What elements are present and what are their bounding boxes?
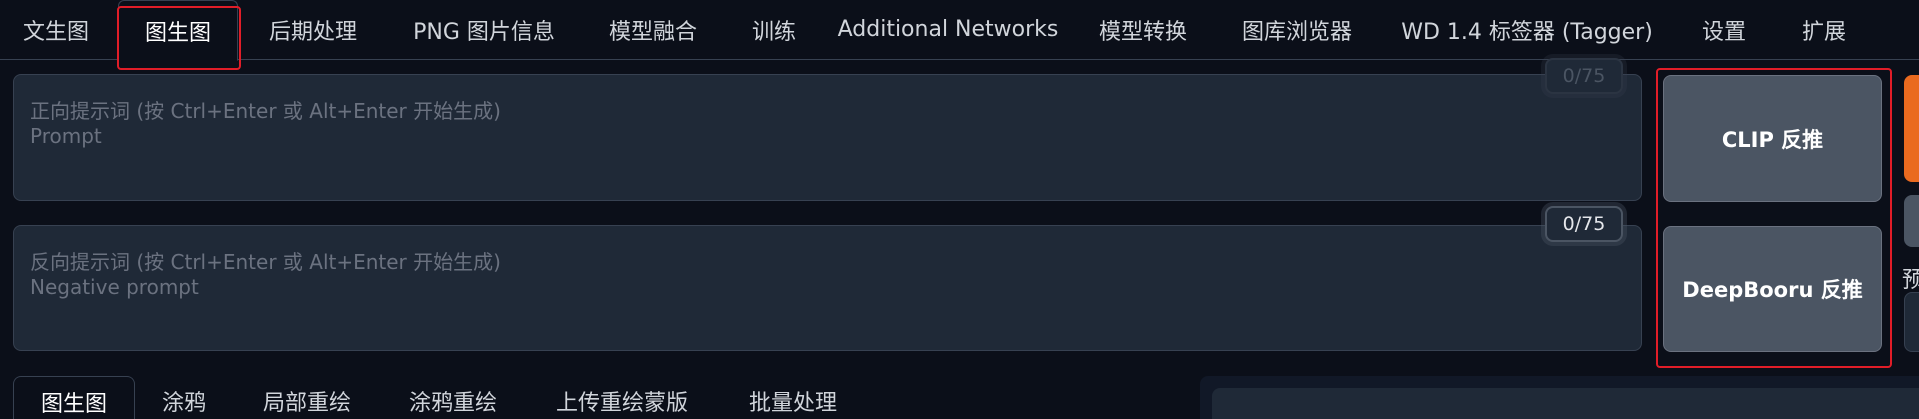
tab-img2img[interactable]: 图生图 bbox=[118, 0, 238, 61]
main-tab-bar: 文生图 图生图 后期处理 PNG 图片信息 模型融合 训练 Additional… bbox=[0, 0, 1919, 61]
generate-button[interactable] bbox=[1904, 75, 1919, 182]
tab-additional-networks[interactable]: Additional Networks bbox=[836, 0, 1060, 59]
tab-extensions[interactable]: 扩展 bbox=[1786, 0, 1862, 59]
prompt-placeholder-line1: 正向提示词 (按 Ctrl+Enter 或 Alt+Enter 开始生成) bbox=[30, 99, 501, 123]
subtab-img2img[interactable]: 图生图 bbox=[13, 376, 135, 419]
tab-model-convert[interactable]: 模型转换 bbox=[1084, 0, 1202, 59]
tab-model-merge[interactable]: 模型融合 bbox=[594, 0, 712, 59]
subtab-inpaint-sketch[interactable]: 涂鸦重绘 bbox=[396, 376, 510, 419]
tab-train[interactable]: 训练 bbox=[736, 0, 812, 59]
tab-wd14-tagger[interactable]: WD 1.4 标签器 (Tagger) bbox=[1392, 0, 1662, 59]
prompt-token-counter: 0/75 bbox=[1545, 58, 1623, 94]
tab-image-browser[interactable]: 图库浏览器 bbox=[1226, 0, 1368, 59]
tab-txt2img[interactable]: 文生图 bbox=[10, 0, 102, 59]
tab-settings[interactable]: 设置 bbox=[1686, 0, 1762, 59]
subtab-sketch[interactable]: 涂鸦 bbox=[148, 376, 220, 419]
subtab-batch[interactable]: 批量处理 bbox=[734, 376, 852, 419]
tab-png-info[interactable]: PNG 图片信息 bbox=[398, 0, 570, 59]
negative-prompt-textarea[interactable]: 反向提示词 (按 Ctrl+Enter 或 Alt+Enter 开始生成) Ne… bbox=[13, 225, 1642, 351]
negative-prompt-token-counter: 0/75 bbox=[1545, 206, 1623, 242]
prompt-textarea[interactable]: 正向提示词 (按 Ctrl+Enter 或 Alt+Enter 开始生成) Pr… bbox=[13, 74, 1642, 201]
webui-root: 文生图 图生图 后期处理 PNG 图片信息 模型融合 训练 Additional… bbox=[0, 0, 1919, 419]
preset-dropdown[interactable] bbox=[1904, 292, 1919, 352]
tool-button[interactable] bbox=[1904, 195, 1919, 247]
subtab-inpaint-upload[interactable]: 上传重绘蒙版 bbox=[542, 376, 702, 419]
tab-extras[interactable]: 后期处理 bbox=[252, 0, 374, 59]
deepbooru-interrogate-button[interactable]: DeepBooru 反推 bbox=[1663, 226, 1882, 352]
negative-prompt-placeholder-line2: Negative prompt bbox=[30, 275, 199, 299]
negative-prompt-placeholder-line1: 反向提示词 (按 Ctrl+Enter 或 Alt+Enter 开始生成) bbox=[30, 250, 501, 274]
settings-panel-inner bbox=[1212, 388, 1919, 419]
subtab-inpaint[interactable]: 局部重绘 bbox=[250, 376, 364, 419]
clip-interrogate-button[interactable]: CLIP 反推 bbox=[1663, 75, 1882, 202]
preset-label: 预 bbox=[1902, 268, 1919, 293]
prompt-placeholder-line2: Prompt bbox=[30, 124, 102, 148]
